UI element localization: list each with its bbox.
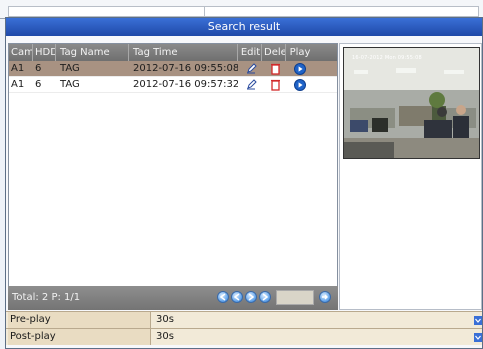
table-row[interactable]: A1 6 TAG 2012-07-16 09:57:32 (9, 77, 337, 93)
chevron-down-icon[interactable] (474, 333, 482, 342)
search-result-dialog: Search result Camera HDD Tag Name Tag Ti… (5, 17, 483, 349)
video-preview[interactable]: 16-07-2012 Mon 09:55:08 (343, 47, 480, 159)
cell-camera: A1 (11, 63, 25, 74)
prev-page-icon[interactable] (231, 291, 243, 303)
results-table: Camera HDD Tag Name Tag Time Edit Delete… (8, 43, 338, 310)
first-page-icon[interactable] (217, 291, 229, 303)
play-icon[interactable] (294, 62, 306, 75)
pre-play-label: Pre-play (8, 312, 151, 328)
play-icon[interactable] (294, 78, 306, 91)
header-camera[interactable]: Camera (9, 44, 33, 61)
post-play-row[interactable]: Post-play 30s (6, 328, 482, 345)
last-page-icon[interactable] (259, 291, 271, 303)
chevron-down-icon[interactable] (474, 316, 482, 325)
page-input[interactable] (276, 290, 314, 305)
cell-hdd: 6 (35, 79, 42, 90)
table-header: Camera HDD Tag Name Tag Time Edit Delete… (9, 44, 337, 61)
preview-timestamp: 16-07-2012 Mon 09:55:08 (352, 55, 422, 61)
table-row[interactable]: A1 6 TAG 2012-07-16 09:55:08 (9, 61, 337, 77)
pre-play-row[interactable]: Pre-play 30s (6, 311, 482, 328)
cell-tag-time: 2012-07-16 09:57:32 (133, 79, 238, 90)
trash-icon[interactable] (270, 63, 280, 75)
play-parameters: Pre-play 30s Post-play 30s (6, 311, 482, 345)
go-icon[interactable] (319, 291, 331, 303)
pencil-icon[interactable] (246, 79, 257, 90)
preview-panel: 16-07-2012 Mon 09:55:08 (339, 43, 482, 310)
dialog-title: Search result (6, 18, 482, 36)
header-edit[interactable]: Edit (238, 44, 262, 61)
edit-button[interactable] (238, 63, 262, 74)
cell-camera: A1 (11, 79, 25, 90)
header-delete[interactable]: Delete (262, 44, 286, 61)
header-hdd[interactable]: HDD (33, 44, 56, 61)
cell-hdd: 6 (35, 63, 42, 74)
cell-tag-time: 2012-07-16 09:55:08 (133, 63, 238, 74)
pencil-icon[interactable] (246, 63, 257, 74)
delete-button[interactable] (262, 63, 286, 75)
play-button[interactable] (286, 62, 312, 75)
post-play-value[interactable]: 30s (156, 329, 174, 345)
camera-frame-image (344, 48, 479, 158)
table-footer: Total: 2 P: 1/1 (8, 286, 338, 310)
trash-icon[interactable] (270, 79, 280, 91)
header-play[interactable]: Play (286, 44, 312, 61)
header-tag-time[interactable]: Tag Time (129, 44, 238, 61)
post-play-label: Post-play (8, 329, 151, 345)
header-tag-name[interactable]: Tag Name (56, 44, 129, 61)
delete-button[interactable] (262, 79, 286, 91)
background-row (8, 6, 479, 17)
edit-button[interactable] (238, 79, 262, 90)
cell-tag-name: TAG (60, 63, 80, 74)
total-count: Total: 2 P: 1/1 (12, 292, 81, 303)
next-page-icon[interactable] (245, 291, 257, 303)
pre-play-value[interactable]: 30s (156, 312, 174, 328)
cell-tag-name: TAG (60, 79, 80, 90)
play-button[interactable] (286, 78, 312, 91)
